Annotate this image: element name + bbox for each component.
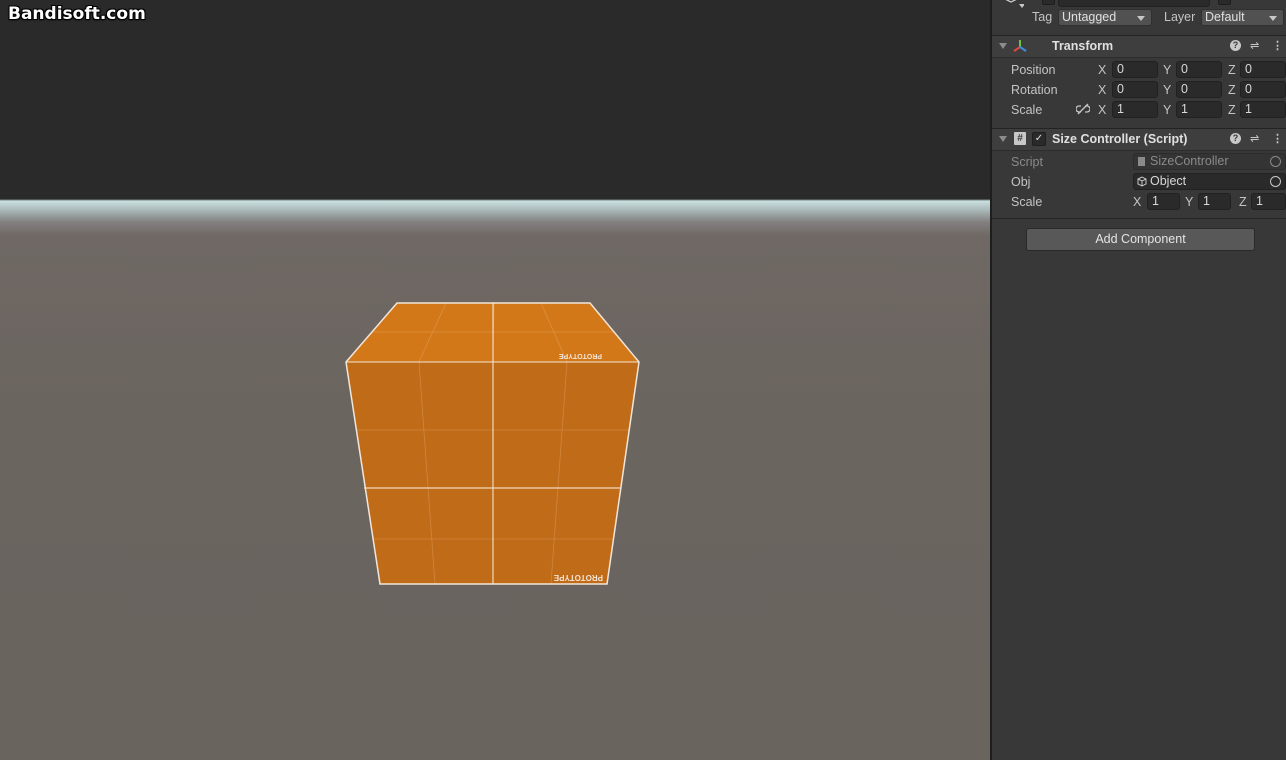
gameobject-icon — [1000, 0, 1025, 15]
scale-x-field[interactable]: 1 — [1112, 101, 1158, 118]
script-field: SizeController — [1133, 153, 1286, 170]
layer-value: Default — [1205, 10, 1245, 24]
position-y-field[interactable]: 0 — [1176, 61, 1222, 78]
position-label: Position — [1011, 63, 1056, 77]
obj-field[interactable]: Object — [1133, 173, 1286, 190]
cube-label-front: PROTOTYPE — [553, 573, 603, 582]
rotation-z-field[interactable]: 0 — [1240, 81, 1286, 98]
obj-label: Obj — [1011, 175, 1031, 189]
foldout-arrow-icon[interactable] — [999, 136, 1007, 142]
active-checkbox[interactable] — [1042, 0, 1055, 5]
transform-header[interactable]: Transform ? ⇌ ⋮ — [992, 35, 1286, 58]
enabled-checkbox[interactable]: ✓ — [1032, 132, 1046, 146]
presets-icon[interactable]: ⇌ — [1250, 132, 1259, 145]
cube-object-icon — [1137, 176, 1147, 189]
layer-label: Layer — [1164, 10, 1196, 24]
object-picker-icon[interactable] — [1270, 176, 1281, 187]
watermark-text: Bandisoft.com — [8, 4, 146, 24]
position-x-axis[interactable]: X — [1098, 63, 1106, 77]
constrain-proportions-icon[interactable] — [1075, 103, 1091, 118]
scale-x-axis[interactable]: X — [1098, 103, 1106, 117]
controller-scale-z-field[interactable]: 1 — [1251, 193, 1286, 210]
size-controller-header[interactable]: # ✓ Size Controller (Script) ? ⇌ ⋮ — [992, 128, 1286, 151]
transform-icon — [1013, 39, 1027, 56]
inspector-panel: Tag Untagged Layer Default Transform ? ⇌… — [990, 0, 1286, 760]
chevron-down-icon — [1137, 16, 1145, 21]
rotation-z-axis[interactable]: Z — [1228, 83, 1236, 97]
chevron-down-icon — [1269, 16, 1277, 21]
more-options-icon[interactable]: ⋮ — [1272, 39, 1283, 52]
foldout-arrow-icon[interactable] — [999, 43, 1007, 49]
name-field[interactable] — [1058, 0, 1210, 7]
controller-scale-x-axis[interactable]: X — [1133, 195, 1141, 209]
controller-scale-label: Scale — [1011, 195, 1043, 209]
position-z-field[interactable]: 0 — [1240, 61, 1286, 78]
script-file-icon — [1138, 157, 1145, 166]
scale-z-axis[interactable]: Z — [1228, 103, 1236, 117]
scene-view[interactable]: PROTOTYPE PROTOTYPE Bandisoft.com — [0, 0, 990, 760]
presets-icon[interactable]: ⇌ — [1250, 39, 1259, 52]
controller-scale-y-field[interactable]: 1 — [1198, 193, 1231, 210]
rotation-label: Rotation — [1011, 83, 1058, 97]
controller-scale-y-axis[interactable]: Y — [1185, 195, 1193, 209]
size-controller-title: Size Controller (Script) — [1052, 132, 1188, 146]
position-z-axis[interactable]: Z — [1228, 63, 1236, 77]
help-icon[interactable]: ? — [1230, 133, 1241, 144]
position-y-axis[interactable]: Y — [1163, 63, 1171, 77]
rotation-y-axis[interactable]: Y — [1163, 83, 1171, 97]
scale-y-field[interactable]: 1 — [1176, 101, 1222, 118]
static-checkbox[interactable] — [1218, 0, 1231, 5]
obj-value: Object — [1150, 174, 1187, 188]
scale-z-field[interactable]: 1 — [1240, 101, 1286, 118]
script-hash-icon: # — [1014, 132, 1026, 145]
tag-label: Tag — [1032, 10, 1053, 24]
prototype-cube[interactable]: PROTOTYPE PROTOTYPE — [0, 0, 990, 760]
cube-label-top: PROTOTYPE — [559, 352, 602, 359]
position-x-field[interactable]: 0 — [1112, 61, 1158, 78]
object-picker-icon — [1270, 156, 1281, 167]
controller-scale-x-field[interactable]: 1 — [1147, 193, 1180, 210]
more-options-icon[interactable]: ⋮ — [1272, 132, 1283, 145]
script-label: Script — [1011, 155, 1043, 169]
component-separator — [992, 218, 1286, 219]
add-component-button[interactable]: Add Component — [1026, 228, 1255, 251]
rotation-x-field[interactable]: 0 — [1112, 81, 1158, 98]
tag-value: Untagged — [1062, 10, 1117, 24]
script-value: SizeController — [1150, 154, 1229, 168]
layer-dropdown[interactable]: Default — [1201, 9, 1284, 26]
scale-label: Scale — [1011, 103, 1043, 117]
rotation-y-field[interactable]: 0 — [1176, 81, 1222, 98]
tag-dropdown[interactable]: Untagged — [1058, 9, 1152, 26]
scale-y-axis[interactable]: Y — [1163, 103, 1171, 117]
rotation-x-axis[interactable]: X — [1098, 83, 1106, 97]
transform-title: Transform — [1052, 39, 1114, 53]
controller-scale-z-axis[interactable]: Z — [1239, 195, 1247, 209]
help-icon[interactable]: ? — [1230, 40, 1241, 51]
